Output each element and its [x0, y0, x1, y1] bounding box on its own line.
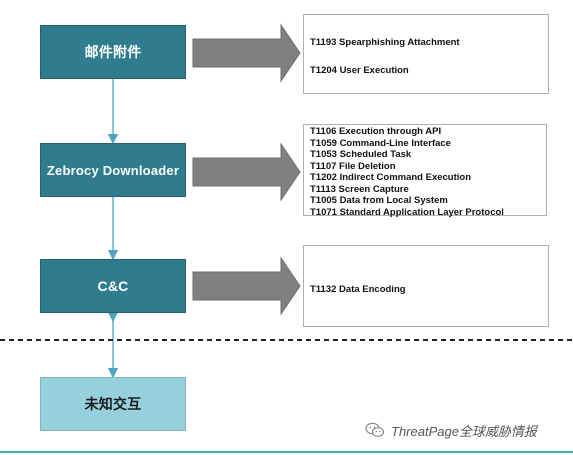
node-cnc-label: C&C [97, 278, 129, 294]
technique-item: T1053 Scheduled Task [310, 149, 412, 160]
watermark-text: ThreatPage全球威胁情报 [391, 423, 537, 439]
techniques-cnc-box: T1132 Data Encoding [303, 245, 549, 327]
node-cnc: C&C [40, 259, 186, 313]
node-unknown-interaction: 未知交互 [40, 377, 186, 431]
technique-item: T1107 File Deletion [310, 160, 396, 172]
wechat-icon [365, 422, 385, 438]
node-email-attachment: 邮件附件 [40, 25, 186, 79]
technique-item: T1202 Indirect Command Execution [310, 172, 472, 183]
technique-item: T1059 Command-Line Interface [310, 137, 451, 149]
technique-item: T1193 Spearphishing Attachment [310, 37, 460, 48]
watermark: ThreatPage全球威胁情报 [365, 419, 565, 441]
technique-item: T1071 Standard Application Layer Protoco… [310, 206, 504, 218]
node-email-attachment-label: 邮件附件 [84, 44, 142, 60]
techniques-downloader-box: T1106 Execution through API T1059 Comman… [303, 124, 547, 218]
block-arrow-email [192, 23, 301, 83]
node-zebrocy-downloader: Zebrocy Downloader [40, 143, 186, 197]
technique-item: T1204 User Execution [310, 64, 409, 76]
attack-flow-diagram: 邮件附件 Zebrocy Downloader C&C 未知交互 T1193 S… [0, 0, 573, 455]
technique-item: T1106 Execution through API [310, 126, 442, 137]
block-arrow-cnc [192, 256, 301, 316]
node-zebrocy-downloader-label: Zebrocy Downloader [46, 162, 180, 178]
technique-item: T1132 Data Encoding [310, 284, 406, 295]
node-unknown-interaction-label: 未知交互 [84, 396, 142, 412]
techniques-email-box: T1193 Spearphishing Attachment T1204 Use… [303, 14, 549, 94]
technique-item: T1005 Data from Local System [310, 195, 448, 206]
block-arrow-downloader [192, 142, 301, 202]
technique-item: T1113 Screen Capture [310, 183, 409, 195]
